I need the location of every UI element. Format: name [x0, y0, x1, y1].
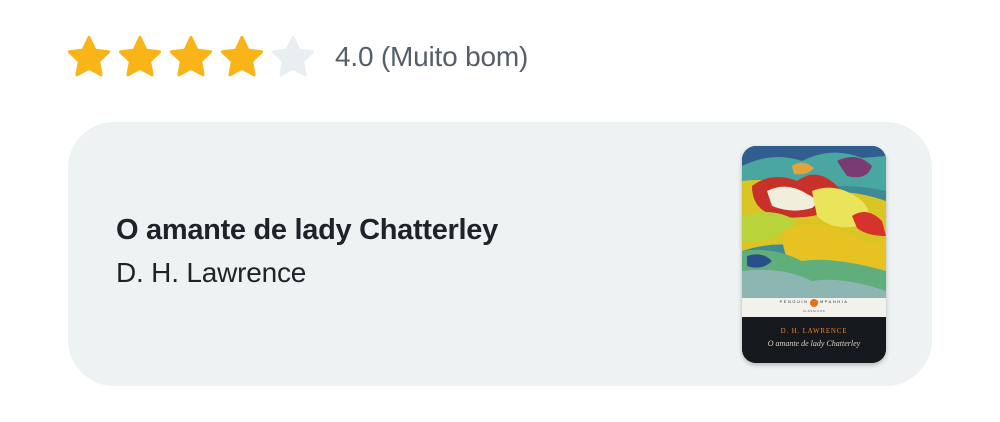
- book-cover-image[interactable]: PENGUIN COMPANHIA CLÁSSICOS D. H. LAWREN…: [742, 146, 886, 363]
- star-filled-icon: [66, 34, 112, 80]
- cover-title: O amante de lady Chatterley: [767, 339, 861, 348]
- star-filled-icon: [117, 34, 163, 80]
- cover-author: D. H. LAWRENCE: [780, 327, 848, 335]
- book-card[interactable]: O amante de lady Chatterley D. H. Lawren…: [68, 122, 932, 386]
- star-rating: [66, 34, 321, 80]
- rating-row: 4.0 (Muito bom): [66, 34, 528, 80]
- book-author: D. H. Lawrence: [116, 257, 307, 288]
- rating-label: 4.0 (Muito bom): [335, 41, 529, 72]
- cover-painting: [742, 146, 886, 298]
- star-empty-icon: [270, 34, 316, 80]
- cover-series: CLÁSSICOS: [802, 309, 826, 313]
- star-filled-icon: [168, 34, 214, 80]
- page: 4.0 (Muito bom) O amante de lady Chatter…: [0, 0, 1000, 422]
- penguin-logo-icon: [810, 299, 818, 307]
- book-title: O amante de lady Chatterley: [116, 214, 498, 246]
- book-info: O amante de lady Chatterley D. H. Lawren…: [116, 214, 498, 289]
- star-filled-icon: [219, 34, 265, 80]
